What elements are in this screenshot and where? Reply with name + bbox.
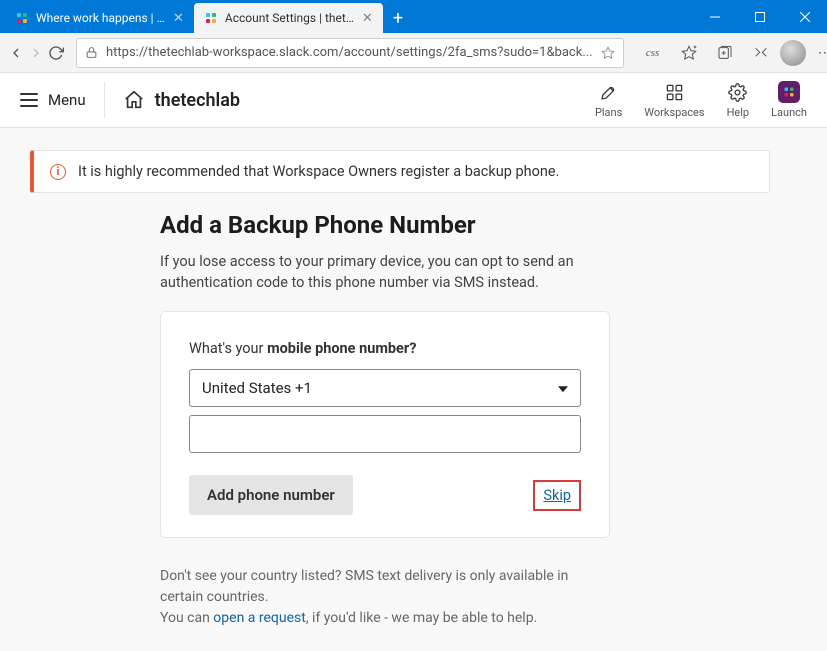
country-selected-value: United States +1 [202, 379, 312, 397]
info-icon: i [50, 164, 66, 180]
banner-text: It is highly recommended that Workspace … [78, 163, 559, 180]
slack-header: Menu thetechlab Plans Workspaces Help [0, 73, 827, 128]
label-bold: mobile phone number? [267, 340, 416, 357]
extension-icon[interactable] [744, 37, 778, 69]
hamburger-icon [20, 93, 38, 107]
tab-title: Account Settings | thetechlab Sl... [225, 11, 355, 25]
back-button[interactable] [8, 37, 24, 69]
favorite-icon[interactable] [601, 46, 615, 60]
slack-favicon [204, 11, 218, 25]
footnote-prefix: You can [160, 610, 213, 626]
grid-icon [665, 81, 684, 103]
minimize-button[interactable] [692, 0, 737, 33]
browser-tabs: Where work happens | Slack ✕ Account Set… [0, 0, 692, 33]
country-select[interactable]: United States +1 [189, 369, 581, 407]
open-request-link[interactable]: open a request [213, 610, 306, 626]
close-window-button[interactable] [782, 0, 827, 33]
browser-tab-inactive[interactable]: Where work happens | Slack ✕ [5, 3, 194, 33]
footnote-suffix: , if you'd like - we may be able to help… [306, 610, 537, 626]
nav-label: Workspaces [644, 106, 704, 119]
toolbar-actions: css ⋯ [636, 37, 827, 69]
form-area: Add a Backup Phone Number If you lose ac… [160, 211, 610, 629]
more-menu-icon[interactable]: ⋯ [808, 45, 827, 61]
new-tab-button[interactable]: + [383, 3, 413, 33]
home-icon[interactable] [123, 89, 145, 111]
add-phone-button[interactable]: Add phone number [189, 475, 353, 515]
tab-title: Where work happens | Slack [36, 11, 166, 25]
footnote-line2: You can open a request, if you'd like - … [160, 608, 610, 629]
nav-help[interactable]: Help [727, 81, 750, 119]
nav-label: Help [727, 106, 750, 119]
menu-label: Menu [48, 91, 86, 109]
url-text: https://thetechlab-workspace.slack.com/a… [106, 45, 593, 60]
nav-plans[interactable]: Plans [595, 81, 622, 119]
browser-toolbar: https://thetechlab-workspace.slack.com/a… [0, 33, 827, 73]
phone-form-card: What's your mobile phone number? United … [160, 311, 610, 538]
address-bar[interactable]: https://thetechlab-workspace.slack.com/a… [76, 38, 624, 68]
profile-avatar[interactable] [780, 40, 806, 66]
slack-app-icon [778, 81, 800, 103]
gear-icon [728, 81, 747, 103]
forward-button[interactable] [28, 37, 44, 69]
css-extension-icon[interactable]: css [636, 37, 670, 69]
label-prefix: What's your [189, 340, 267, 357]
footnote-line1: Don't see your country listed? SMS text … [160, 566, 610, 608]
slack-favicon [15, 11, 29, 25]
divider [104, 82, 105, 118]
info-banner: i It is highly recommended that Workspac… [30, 150, 770, 193]
menu-button[interactable]: Menu [20, 91, 86, 109]
header-right-nav: Plans Workspaces Help Launch [595, 81, 807, 119]
maximize-button[interactable] [737, 0, 782, 33]
card-actions: Add phone number Skip [189, 475, 581, 515]
collections-icon[interactable] [708, 37, 742, 69]
skip-link[interactable]: Skip [533, 480, 581, 511]
nav-label: Plans [595, 106, 622, 119]
rocket-icon [599, 81, 618, 103]
close-icon[interactable]: ✕ [173, 11, 184, 26]
page-content: i It is highly recommended that Workspac… [0, 128, 827, 651]
browser-tab-active[interactable]: Account Settings | thetechlab Sl... ✕ [194, 3, 383, 33]
phone-number-input[interactable] [189, 415, 581, 453]
lock-icon [85, 46, 98, 59]
browser-titlebar: Where work happens | Slack ✕ Account Set… [0, 0, 827, 33]
favorites-icon[interactable] [672, 37, 706, 69]
nav-label: Launch [771, 106, 807, 119]
refresh-button[interactable] [48, 37, 64, 69]
footnote: Don't see your country listed? SMS text … [160, 566, 610, 629]
page-title: Add a Backup Phone Number [160, 211, 610, 239]
phone-field-label: What's your mobile phone number? [189, 340, 581, 357]
nav-workspaces[interactable]: Workspaces [644, 81, 704, 119]
page-description: If you lose access to your primary devic… [160, 251, 610, 293]
close-icon[interactable]: ✕ [362, 11, 373, 26]
workspace-name: thetechlab [155, 90, 240, 111]
nav-launch[interactable]: Launch [771, 81, 807, 119]
window-controls [692, 0, 827, 33]
